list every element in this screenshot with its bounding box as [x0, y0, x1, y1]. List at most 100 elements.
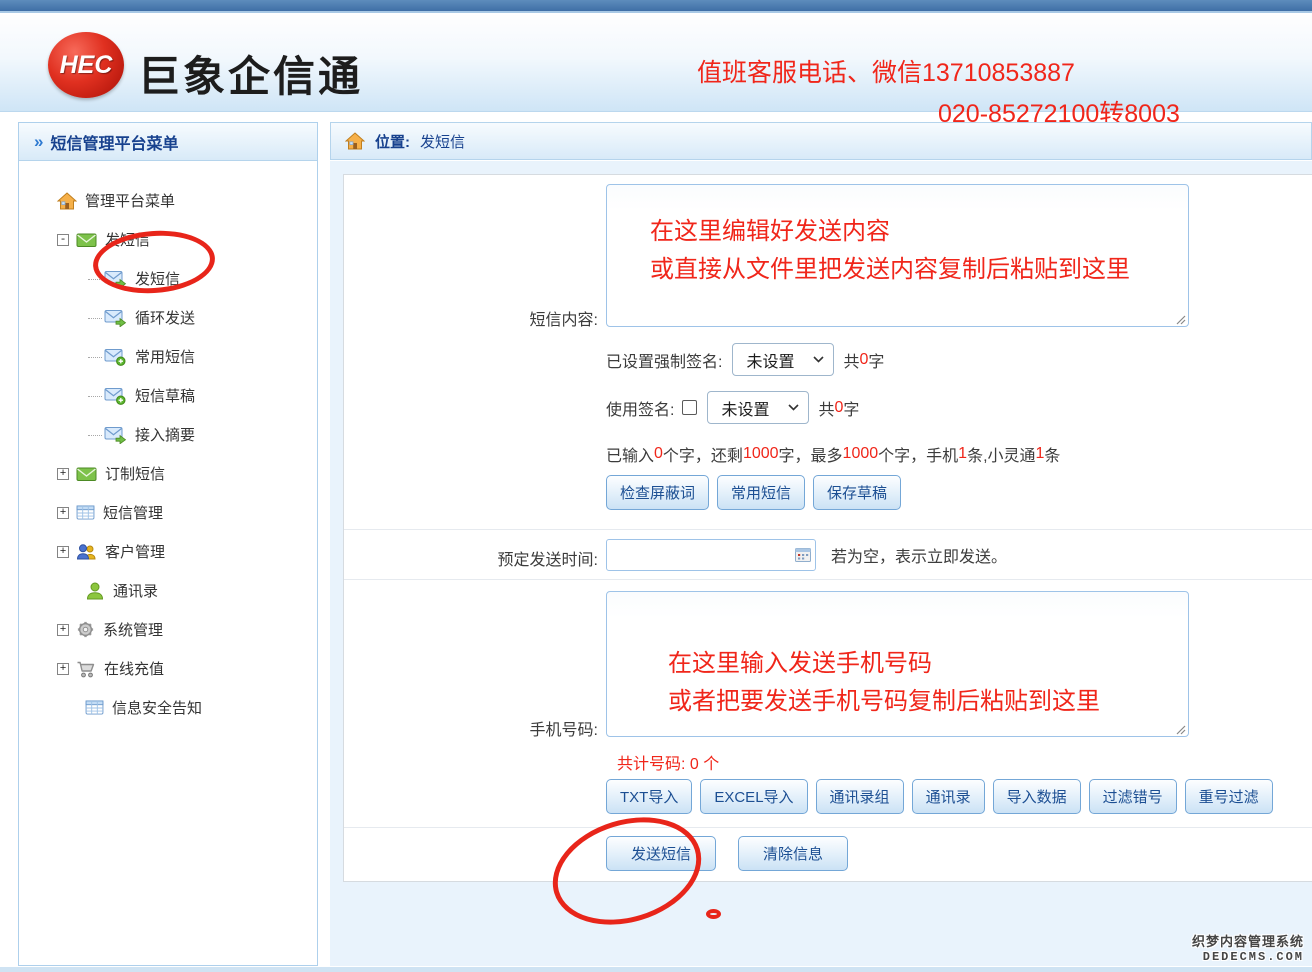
counter-text: 个字，手机	[878, 442, 958, 466]
sidebar-item-label: 循环发送	[135, 307, 195, 328]
sidebar-item-customer-manage[interactable]: + 客户管理	[57, 532, 317, 571]
breadcrumb-current-page: 发短信	[420, 131, 465, 152]
sidebar-item-send-sms-group[interactable]: - 发短信	[57, 220, 317, 259]
phone-numbers-textarea[interactable]	[606, 591, 1189, 737]
counter-text: 条,小灵通	[967, 442, 1035, 466]
sidebar-item-loop-send[interactable]: 循环发送	[104, 298, 317, 337]
dedupe-numbers-button[interactable]: 重号过滤	[1185, 779, 1273, 814]
sidebar-item-contacts[interactable]: 通讯录	[85, 571, 317, 610]
sidebar-item-system-manage[interactable]: + 系统管理	[57, 610, 317, 649]
top-bar	[0, 0, 1312, 13]
sidebar-item-access-summary[interactable]: 接入摘要	[104, 415, 317, 454]
double-arrow-icon: »	[34, 132, 43, 152]
counter-remaining: 1000	[743, 445, 779, 463]
service-phone-line1: 值班客服电话、微信13710853887	[697, 53, 1075, 89]
calendar-icon[interactable]	[795, 547, 811, 562]
sidebar-item-sms-draft[interactable]: 短信草稿	[104, 376, 317, 415]
bottom-strip	[0, 967, 1312, 972]
sidebar-item-label: 订制短信	[105, 463, 165, 484]
forced-signature-row: 已设置强制签名: 未设置 共 0 字	[606, 343, 884, 376]
forced-sign-count-suffix: 字	[868, 348, 884, 372]
use-signature-row: 使用签名: 未设置 共 0 字	[606, 391, 859, 424]
watermark-cn: 织梦内容管理系统	[1192, 931, 1304, 950]
sidebar-item-sms-manage[interactable]: + 短信管理	[57, 493, 317, 532]
clear-info-button[interactable]: 清除信息	[738, 836, 848, 871]
sidebar-item-label: 接入摘要	[135, 424, 195, 445]
use-sign-count-suffix: 字	[843, 396, 859, 420]
send-sms-button[interactable]: 发送短信	[606, 836, 716, 871]
sidebar-item-label: 管理平台菜单	[85, 190, 175, 211]
counter-text: 已输入	[606, 442, 654, 466]
schedule-time-label: 预定发送时间:	[344, 546, 598, 570]
users-icon	[76, 542, 97, 562]
sidebar-item-label: 短信草稿	[135, 385, 195, 406]
forced-sign-count-prefix: 共	[843, 348, 859, 372]
watermark: 织梦内容管理系统 DEDECMS.COM	[1192, 931, 1304, 964]
sidebar-item-subscribe-sms[interactable]: + 订制短信	[57, 454, 317, 493]
counter-text: 个字，还剩	[663, 442, 743, 466]
import-data-button[interactable]: 导入数据	[993, 779, 1081, 814]
sidebar-item-common-sms[interactable]: 常用短信	[104, 337, 317, 376]
sidebar-tree: 管理平台菜单 - 发短信 发短信 循环发送 常用短信	[19, 161, 317, 727]
brand-title: 巨象企信通	[138, 43, 363, 104]
send-sms-form: 短信内容: 已设置强制签名: 未设置 共 0 字 使用签名: 未设置	[343, 174, 1312, 882]
expand-plus-icon[interactable]: +	[57, 663, 69, 675]
sidebar-panel: » 短信管理平台菜单 管理平台菜单 - 发短信 发短信 循	[18, 122, 318, 966]
expand-plus-icon[interactable]: +	[57, 546, 69, 558]
sidebar-item-security-notice[interactable]: 信息安全告知	[85, 688, 317, 727]
filter-wrong-numbers-button[interactable]: 过滤错号	[1089, 779, 1177, 814]
sms-content-label: 短信内容:	[344, 306, 598, 330]
schedule-hint-text: 若为空，表示立即发送。	[831, 543, 1007, 567]
section-divider	[344, 529, 1312, 530]
sidebar-item-platform-menu[interactable]: 管理平台菜单	[57, 181, 317, 220]
breadcrumb-label: 位置:	[375, 131, 410, 152]
forced-signature-value: 未设置	[746, 348, 794, 372]
collapse-minus-icon[interactable]: -	[57, 234, 69, 246]
forced-signature-select[interactable]: 未设置	[732, 343, 834, 376]
sidebar-item-online-recharge[interactable]: + 在线充值	[57, 649, 317, 688]
cart-icon	[76, 659, 96, 679]
common-sms-button[interactable]: 常用短信	[717, 475, 805, 510]
phone-numbers-label: 手机号码:	[344, 716, 598, 740]
counter-text: 字，最多	[779, 442, 843, 466]
use-signature-checkbox[interactable]	[682, 400, 697, 415]
expand-plus-icon[interactable]: +	[57, 468, 69, 480]
home-icon	[345, 132, 365, 150]
save-draft-button[interactable]: 保存草稿	[813, 475, 901, 510]
envelope-send-icon	[104, 309, 127, 327]
breadcrumb: 位置: 发短信	[330, 122, 1312, 160]
schedule-time-input[interactable]	[606, 539, 816, 571]
use-signature-select[interactable]: 未设置	[707, 391, 809, 424]
char-counter-line: 已输入0个字，还剩1000字，最多1000个字，手机1条,小灵通1条	[606, 442, 1060, 466]
main-panel: 位置: 发短信 短信内容: 已设置强制签名: 未设置 共 0 字 使用签名:	[330, 122, 1312, 966]
envelope-send-icon	[104, 270, 127, 288]
use-sign-count-prefix: 共	[818, 396, 834, 420]
counter-entered: 0	[654, 445, 663, 463]
txt-import-button[interactable]: TXT导入	[606, 779, 692, 814]
hec-logo: HEC	[48, 32, 124, 98]
contact-group-button[interactable]: 通讯录组	[816, 779, 904, 814]
sms-content-textarea[interactable]	[606, 184, 1189, 327]
contacts-button[interactable]: 通讯录	[912, 779, 985, 814]
schedule-row: 若为空，表示立即发送。	[606, 539, 1007, 571]
sidebar-item-label: 常用短信	[135, 346, 195, 367]
sidebar-item-send-sms[interactable]: 发短信	[104, 259, 317, 298]
expand-plus-icon[interactable]: +	[57, 624, 69, 636]
house-icon	[57, 192, 77, 210]
counter-max: 1000	[843, 445, 879, 463]
envelope-green-icon	[76, 466, 97, 482]
sidebar-title: 短信管理平台菜单	[50, 130, 178, 154]
sidebar-item-label: 短信管理	[103, 502, 163, 523]
sidebar-item-label: 客户管理	[105, 541, 165, 562]
table-icon	[85, 700, 104, 715]
forced-sign-count: 0	[859, 351, 868, 369]
page-header: HEC 巨象企信通 值班客服电话、微信13710853887 020-85272…	[0, 15, 1312, 112]
main-body: 短信内容: 已设置强制签名: 未设置 共 0 字 使用签名: 未设置	[330, 161, 1312, 966]
excel-import-button[interactable]: EXCEL导入	[700, 779, 807, 814]
schedule-time-field	[606, 539, 816, 571]
expand-plus-icon[interactable]: +	[57, 507, 69, 519]
user-icon	[85, 581, 105, 601]
counter-text: 条	[1044, 442, 1060, 466]
logo-text: HEC	[60, 51, 113, 80]
check-blocked-words-button[interactable]: 检查屏蔽词	[606, 475, 709, 510]
